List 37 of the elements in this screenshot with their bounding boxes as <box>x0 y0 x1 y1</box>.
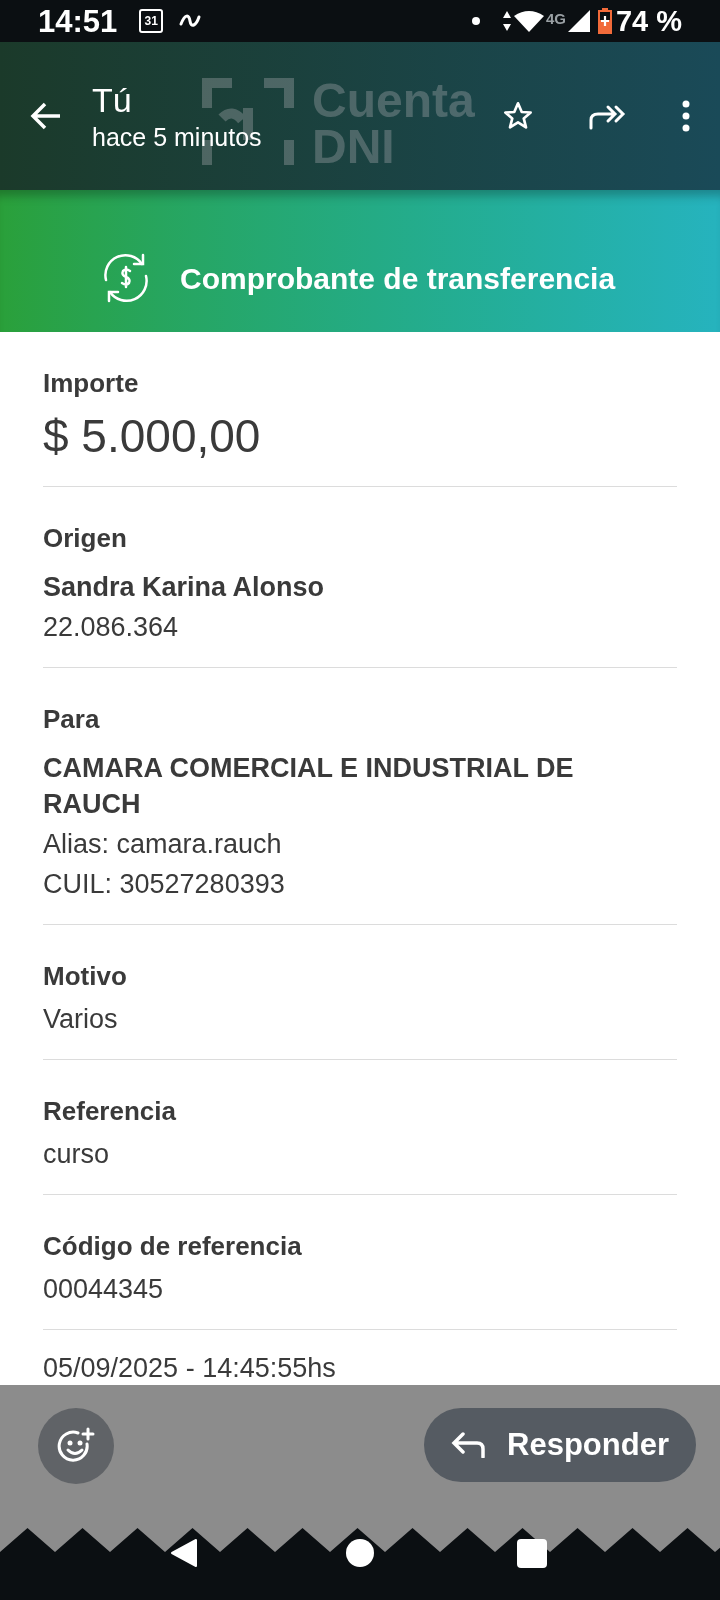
reply-icon <box>451 1432 488 1458</box>
field-label: Código de referencia <box>43 1230 303 1263</box>
conversation-subtitle: hace 5 minutos <box>92 122 262 153</box>
field-label: Referencia <box>43 1095 177 1128</box>
wifi-icon <box>513 10 544 32</box>
calendar-icon: 31 <box>139 9 164 33</box>
field-value: Varios <box>43 1003 119 1036</box>
field-value: Alias: camara.rauch <box>43 828 283 861</box>
field-label: Motivo <box>43 960 128 993</box>
data-arrows-icon <box>501 10 512 32</box>
field-value: 00044345 <box>43 1273 165 1306</box>
reply-button[interactable]: Responder <box>424 1408 696 1482</box>
back-nav-icon[interactable] <box>170 1538 198 1568</box>
smiley-add-icon <box>57 1427 95 1465</box>
field-value: Sandra Karina Alonso <box>43 571 326 604</box>
field-label: Importe <box>43 367 140 400</box>
field-label: Para <box>43 703 101 736</box>
battery-icon <box>597 8 612 34</box>
field-label: Origen <box>43 522 128 555</box>
home-nav-icon[interactable] <box>345 1538 375 1568</box>
back-arrow-icon[interactable] <box>30 102 62 130</box>
battery-level: 74 % <box>615 6 682 36</box>
star-icon[interactable] <box>502 100 534 132</box>
signal-icon <box>567 10 590 32</box>
amount-value: $ 5.000,00 <box>43 409 262 464</box>
status-time: 14:51 <box>38 5 118 37</box>
more-options-icon[interactable] <box>682 100 690 132</box>
field-value: CAMARA COMERCIAL E INDUSTRIAL DE RAUCH <box>43 752 575 821</box>
field-value: 22.086.364 <box>43 611 180 644</box>
squiggle-icon <box>179 14 202 28</box>
conversation-title: Tú <box>92 80 133 121</box>
field-value: CUIL: 30527280393 <box>43 868 286 901</box>
banner-title: Comprobante de transferencia <box>180 260 616 297</box>
dot-icon <box>471 17 480 25</box>
network-type: 4G <box>545 9 566 29</box>
timestamp: 05/09/2025 - 14:45:55hs <box>43 1352 337 1385</box>
field-value: curso <box>43 1138 111 1171</box>
